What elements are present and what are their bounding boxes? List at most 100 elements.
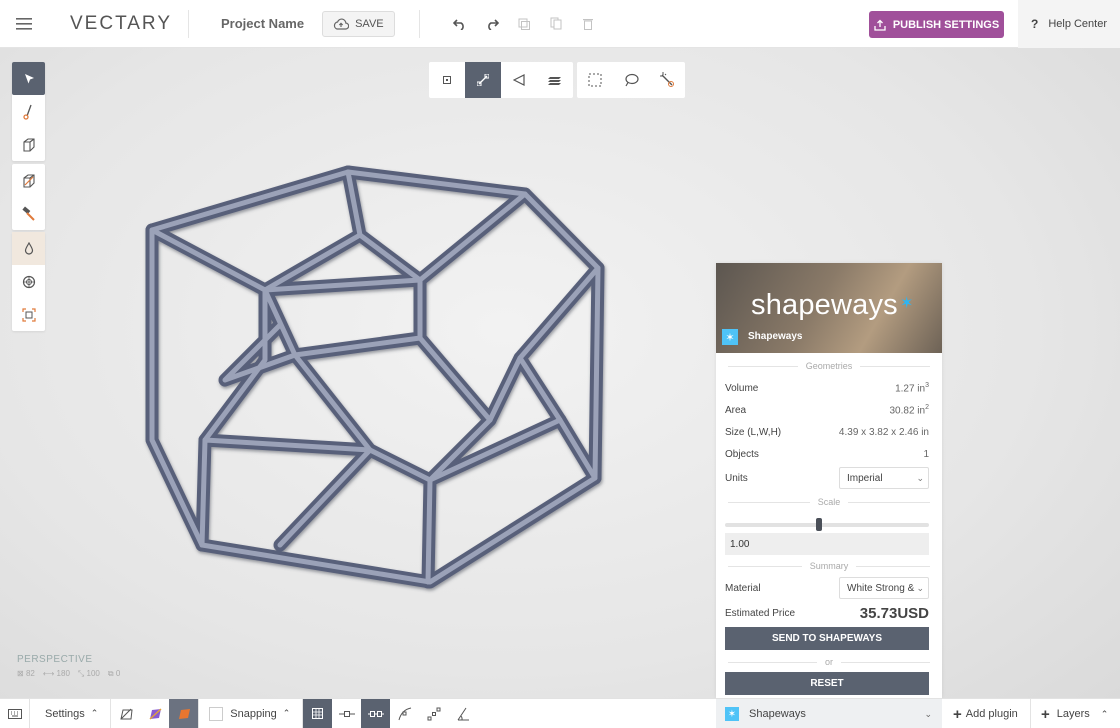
sphere-icon[interactable] (12, 265, 45, 298)
cube-icon[interactable] (12, 128, 45, 161)
add-plugin-button[interactable]: + Add plugin (953, 699, 1018, 728)
grid-snap-icon[interactable] (303, 698, 333, 728)
material-select[interactable]: White Strong & ⌄ (839, 577, 929, 599)
camera-mode-label[interactable]: PERSPECTIVE (17, 654, 93, 665)
copy-icon[interactable] (540, 0, 572, 48)
hammer-icon[interactable] (12, 197, 45, 230)
question-icon: ? (1030, 17, 1039, 31)
snapping-checkbox[interactable] (209, 706, 224, 721)
trash-icon[interactable] (572, 0, 604, 48)
redo-icon[interactable] (476, 0, 508, 48)
vertices-stat: ⤡ 100 (77, 669, 100, 678)
price-row: Estimated Price 35.73USD (725, 604, 929, 622)
scene-stats: ⊠ 82 ⟷ 180 ⤡ 100 ⧉ 0 (17, 669, 120, 679)
save-button[interactable]: SAVE (322, 10, 395, 37)
size-value: 4.39 x 3.82 x 2.46 in (838, 426, 929, 438)
section-summary: Summary (728, 559, 930, 573)
plus-icon: + (1041, 705, 1050, 723)
settings-button[interactable]: Settings ⌃ (30, 699, 110, 728)
chevron-up-icon: ⌃ (1100, 708, 1109, 719)
magic-wand-icon[interactable] (649, 62, 685, 98)
chevron-down-icon: ⌄ (916, 472, 924, 483)
vertex-icon[interactable] (429, 62, 465, 98)
selection-tool-toolbar (577, 62, 685, 98)
hamburger-menu-icon[interactable] (0, 0, 48, 48)
select-arrow-icon[interactable] (12, 62, 45, 95)
face-icon[interactable] (501, 62, 537, 98)
bottom-bar: Settings ⌃ Snapping ⌃ ✶ Shapeways ⌄ + Add (0, 698, 1120, 728)
divider (418, 9, 420, 38)
left-toolbar-group-1 (12, 62, 45, 161)
pen-tool-icon[interactable] (12, 95, 45, 128)
droplet-icon[interactable] (12, 232, 45, 265)
section-geometries: Geometries (728, 359, 930, 373)
plus-icon: + (953, 705, 962, 723)
reset-button[interactable]: RESET (725, 672, 929, 695)
units-row: Units Imperial ⌄ (725, 465, 929, 491)
edge-icon[interactable] (465, 62, 501, 98)
section-scale: Scale (728, 495, 930, 509)
curve-snap-icon[interactable] (390, 699, 419, 728)
volume-row: Volume 1.27 in3 (725, 381, 929, 395)
lasso-icon[interactable] (613, 62, 649, 98)
edge-snap-icon[interactable] (361, 698, 391, 728)
hypercube-model[interactable] (130, 150, 610, 600)
chevron-down-icon: ⌄ (916, 582, 924, 593)
box-select-icon[interactable] (577, 62, 613, 98)
units-select[interactable]: Imperial ⌄ (839, 467, 929, 489)
plugin-select[interactable]: ✶ Shapeways ⌄ (716, 699, 942, 728)
project-name[interactable]: Project Name (221, 16, 304, 31)
scale-slider[interactable] (725, 518, 929, 531)
left-toolbar-group-3 (12, 232, 45, 331)
wireframe-material-icon[interactable] (111, 699, 140, 728)
chevron-up-icon: ⌃ (90, 708, 99, 718)
shapeways-badge-icon: ✶ (725, 707, 739, 721)
shapeways-banner: shapeways ✶ ✶ Shapeways (716, 263, 942, 353)
layers-button[interactable]: + Layers ⌃ (1030, 699, 1120, 728)
selection-mode-toolbar (429, 62, 573, 98)
render-material-icon[interactable] (169, 698, 199, 728)
plugin-name: Shapeways (748, 331, 803, 342)
undo-icon[interactable] (444, 0, 476, 48)
cube-edit-icon[interactable] (12, 164, 45, 197)
or-divider: or (728, 655, 930, 669)
keyboard-icon[interactable] (0, 699, 29, 728)
clay-material-icon[interactable] (140, 699, 169, 728)
shapeways-logo: shapeways (751, 289, 898, 321)
objects-stat: ⧉ 0 (107, 669, 121, 678)
objects-row: Objects 1 (725, 448, 929, 460)
area-value: 30.82 in (889, 405, 926, 417)
snapping-toggle[interactable]: Snapping ⌃ (199, 699, 302, 728)
faces-stat: ⊠ 82 (17, 669, 35, 678)
object-layers-icon[interactable] (537, 62, 573, 98)
material-row: Material White Strong & ⌄ (725, 575, 929, 601)
duplicate-icon[interactable] (508, 0, 540, 48)
divider (188, 9, 189, 38)
send-to-shapeways-button[interactable]: SEND TO SHAPEWAYS (725, 627, 929, 650)
publish-label: PUBLISH SETTINGS (892, 18, 1000, 31)
frame-icon[interactable] (12, 298, 45, 331)
save-label: SAVE (355, 17, 384, 30)
upload-icon (874, 19, 886, 31)
area-row: Area 30.82 in2 (725, 403, 929, 417)
cloud-upload-icon (334, 17, 350, 30)
scale-slider-thumb[interactable] (816, 518, 823, 531)
shapeways-plugin-panel: shapeways ✶ ✶ Shapeways Geometries Volum… (716, 263, 942, 698)
objects-value: 1 (923, 448, 929, 460)
size-row: Size (L,W,H) 4.39 x 3.82 x 2.46 in (725, 426, 929, 438)
publish-settings-button[interactable]: PUBLISH SETTINGS (869, 11, 1004, 38)
shapeways-badge-icon: ✶ (722, 329, 738, 345)
chevron-down-icon: ⌄ (924, 708, 932, 719)
star-icon: ✶ (900, 295, 914, 312)
vertex-snap-icon[interactable] (332, 699, 361, 728)
price-value: 35.73USD (859, 604, 929, 622)
chevron-up-icon: ⌃ (282, 708, 291, 718)
edges-stat: ⟷ 180 (42, 669, 70, 678)
scale-input[interactable]: 1.00 (725, 533, 929, 555)
left-toolbar-group-2 (12, 164, 45, 230)
angle-snap-icon[interactable] (448, 699, 477, 728)
stairs-snap-icon[interactable] (419, 699, 448, 728)
app-logo: VECTARY (70, 12, 172, 34)
help-label: Help Center (1048, 18, 1108, 30)
help-center-button[interactable]: ? Help Center (1018, 0, 1120, 48)
